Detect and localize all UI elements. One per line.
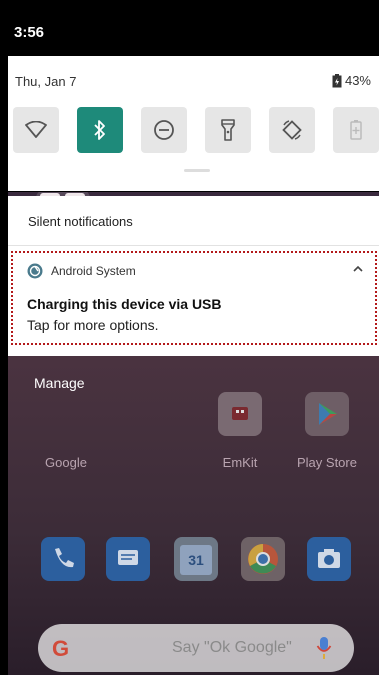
tile-do-not-disturb[interactable]: [141, 107, 187, 153]
notification-card: Silent notifications Android System Char…: [8, 196, 379, 356]
tile-flashlight[interactable]: [205, 107, 251, 153]
play-store-label: Play Store: [297, 455, 357, 470]
notification-usb-charging[interactable]: Android System Charging this device via …: [11, 251, 377, 345]
camera-icon: [318, 549, 340, 568]
emkit-logo-icon: [232, 407, 248, 420]
tile-battery-saver[interactable]: [333, 107, 379, 153]
clock: 3:56: [14, 24, 45, 41]
drag-handle[interactable]: [184, 169, 210, 172]
phone-app-icon[interactable]: [41, 537, 85, 581]
play-store-icon: [319, 403, 337, 425]
notification-title: Charging this device via USB: [27, 296, 222, 312]
google-search-bar[interactable]: G Say "Ok Google": [38, 624, 354, 672]
camera-app-icon[interactable]: [307, 537, 351, 581]
emkit-app-icon[interactable]: [218, 392, 262, 436]
battery-status: 43%: [332, 73, 371, 88]
battery-icon: [332, 73, 342, 87]
phone-icon: [55, 548, 74, 568]
android-system-icon: [27, 263, 43, 279]
messages-app-icon[interactable]: [106, 537, 150, 581]
wifi-icon: [25, 121, 47, 138]
search-hint: Say "Ok Google": [172, 639, 292, 656]
tile-bluetooth[interactable]: [77, 107, 123, 153]
notification-text: Tap for more options.: [27, 317, 159, 333]
manage-button[interactable]: Manage: [34, 375, 85, 391]
auto-rotate-icon: [282, 120, 302, 140]
chrome-icon: [248, 544, 278, 574]
silent-notifications-header: Silent notifications: [28, 214, 133, 229]
collapse-chevron-icon[interactable]: [353, 261, 363, 276]
tile-wifi[interactable]: [13, 107, 59, 153]
google-logo-icon: G: [52, 636, 70, 661]
notification-app-row: Android System: [27, 263, 136, 279]
battery-saver-icon: [350, 120, 362, 140]
mic-icon[interactable]: [316, 636, 332, 660]
play-store-app-icon[interactable]: [305, 392, 349, 436]
do-not-disturb-icon: [154, 120, 174, 140]
quick-settings-panel: Thu, Jan 7 43%: [8, 56, 379, 191]
flashlight-icon: [221, 119, 235, 141]
status-bar: 3:56: [0, 0, 379, 56]
chrome-app-icon[interactable]: [241, 537, 285, 581]
calendar-day: 31: [180, 545, 212, 575]
quick-settings-tiles: [13, 107, 379, 153]
tile-auto-rotate[interactable]: [269, 107, 315, 153]
google-folder-label: Google: [45, 455, 87, 470]
emkit-label: EmKit: [222, 455, 258, 470]
notification-app-name: Android System: [51, 264, 136, 278]
battery-percent: 43%: [344, 73, 371, 88]
message-icon: [118, 550, 138, 565]
calendar-app-icon[interactable]: 31: [174, 537, 218, 581]
bluetooth-icon: [94, 120, 105, 140]
divider: [8, 245, 379, 246]
date-label: Thu, Jan 7: [15, 74, 77, 89]
